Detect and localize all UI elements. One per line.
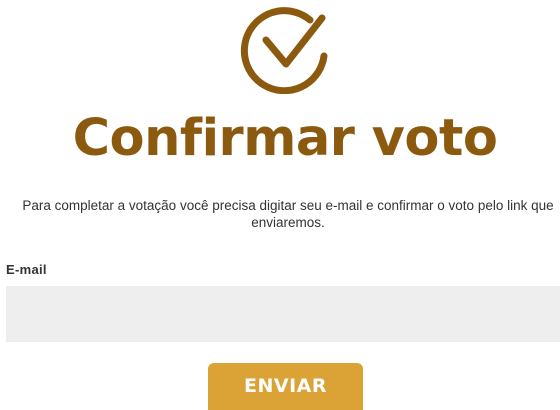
email-field[interactable] — [6, 286, 560, 342]
page-title: Confirmar voto — [72, 109, 498, 168]
confirm-vote-page: Confirmar voto Para completar a votação … — [0, 0, 560, 410]
email-label: E-mail — [6, 262, 47, 277]
check-circle-icon — [240, 2, 332, 95]
send-button[interactable]: ENVIAR — [208, 363, 363, 410]
instructions-text: Para completar a votação você precisa di… — [22, 198, 554, 230]
